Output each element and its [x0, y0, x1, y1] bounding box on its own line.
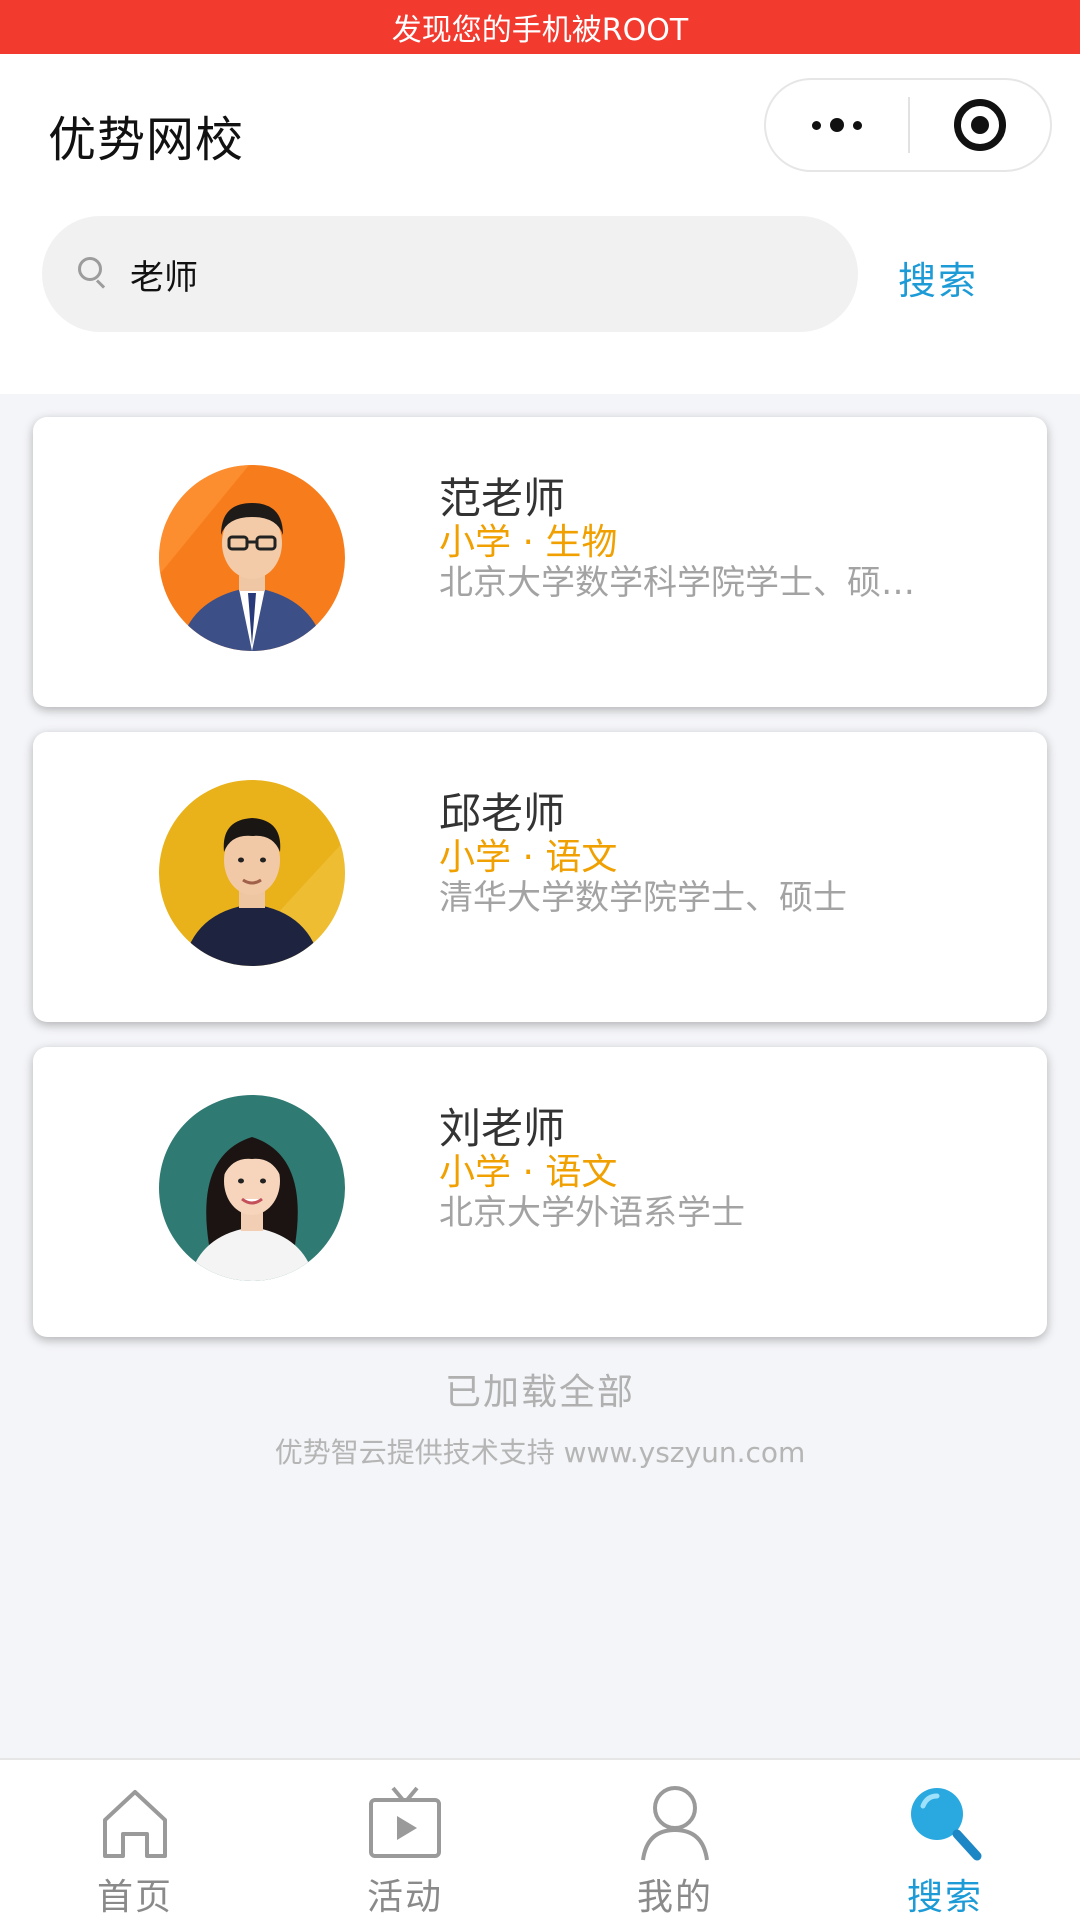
search-icon [78, 257, 108, 291]
teacher-card[interactable]: 范老师 小学 · 生物 北京大学数学科学院学士、硕… [33, 417, 1047, 707]
teacher-avatar [159, 1095, 345, 1281]
more-button[interactable] [766, 80, 908, 170]
tv-play-icon [369, 1786, 441, 1858]
teacher-description: 北京大学数学科学院学士、硕… [439, 563, 915, 603]
tab-home[interactable]: 首页 [0, 1760, 270, 1920]
more-dots-icon [812, 120, 821, 130]
user-icon [641, 1786, 709, 1861]
tab-bar: 首页 活动 我的 搜索 [0, 1758, 1080, 1920]
teacher-avatar [159, 780, 345, 966]
home-icon [103, 1790, 167, 1858]
powered-by-text: 优势智云提供技术支持 www.yszyun.com [274, 1436, 806, 1469]
search-button[interactable]: 搜索 [898, 250, 978, 305]
teacher-card[interactable]: 邱老师 小学 · 语文 清华大学数学院学士、硕士 [33, 732, 1047, 1022]
teacher-list: 范老师 小学 · 生物 北京大学数学科学院学士、硕… 邱老师 小学 · 语文 清… [33, 417, 1047, 1362]
tab-activity[interactable]: 活动 [270, 1760, 540, 1920]
tab-label: 活动 [366, 1877, 443, 1918]
search-icon [911, 1788, 982, 1861]
target-circle-icon [954, 99, 1006, 151]
search-input[interactable] [130, 254, 810, 294]
loaded-all-text: 已加载全部 [444, 1372, 635, 1413]
root-warning-text: 发现您的手机被ROOT [391, 13, 689, 48]
more-dot-right [853, 120, 862, 130]
tab-label: 首页 [96, 1877, 173, 1918]
tab-label: 我的 [636, 1877, 713, 1918]
target-center [971, 116, 989, 134]
root-warning-bar: 发现您的手机被ROOT [0, 0, 1080, 54]
teacher-description: 北京大学外语系学士 [439, 1193, 745, 1233]
tab-label: 搜索 [906, 1877, 983, 1918]
mini-program-capsule [764, 78, 1052, 172]
teacher-avatar [159, 465, 345, 651]
teacher-description: 清华大学数学院学士、硕士 [439, 878, 847, 918]
app-page: 发现您的手机被ROOT 优势网校 搜索 [0, 0, 1080, 1920]
close-button[interactable] [910, 80, 1050, 170]
teacher-card[interactable]: 刘老师 小学 · 语文 北京大学外语系学士 [33, 1047, 1047, 1337]
tab-mine[interactable]: 我的 [540, 1760, 810, 1920]
page-title: 优势网校 [48, 112, 245, 168]
tab-search[interactable]: 搜索 [810, 1760, 1080, 1920]
more-dot-center [830, 118, 844, 132]
header: 优势网校 搜索 [0, 54, 1080, 394]
search-box[interactable] [42, 216, 858, 332]
